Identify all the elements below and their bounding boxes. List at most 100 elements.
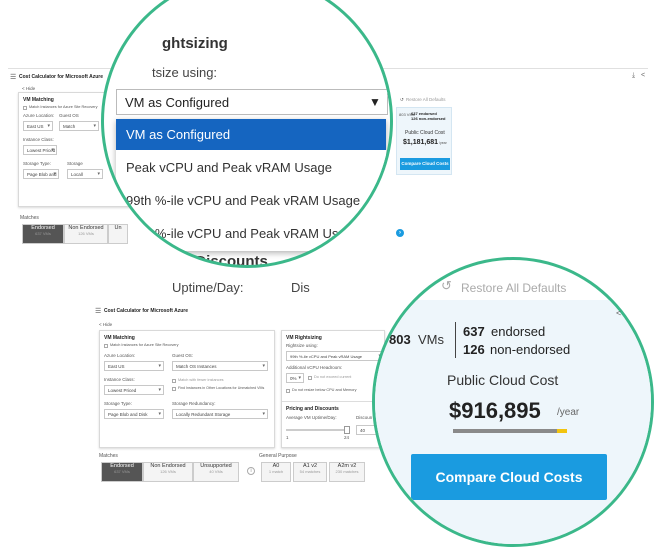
chevron-down-icon: ▼ bbox=[369, 95, 381, 109]
no-below-checkbox[interactable] bbox=[286, 389, 290, 393]
rightsizing-heading: ghtsizing bbox=[162, 35, 228, 52]
rightsize-dropdown: VM as Configured Peak vCPU and Peak vRAM… bbox=[116, 119, 386, 251]
tab-non-endorsed[interactable]: Non Endorsed 126 VMs bbox=[143, 462, 193, 482]
option-peak[interactable]: Peak vCPU and Peak vRAM Usage bbox=[116, 152, 386, 183]
storage-red-label: Storage Redundancy: bbox=[172, 401, 216, 406]
col-a2mv2[interactable]: A2m v2 230 matches bbox=[329, 462, 365, 482]
vms-unit: VMs bbox=[418, 332, 444, 347]
vm-matching-panel: VM Matching Match Instances for Azure Si… bbox=[99, 330, 275, 448]
non-endorsed-count: 126 non-endorsed bbox=[411, 116, 446, 121]
hide-link[interactable]: < Hide bbox=[99, 322, 112, 327]
col-count: 54 matches bbox=[299, 469, 321, 474]
tab-endorsed-count: 637 VMs bbox=[114, 469, 130, 474]
restore-link[interactable]: Restore All Defaults bbox=[406, 97, 446, 102]
other-loc-checkbox[interactable] bbox=[172, 387, 176, 391]
headroom-label: Additional vCPU Headroom: bbox=[286, 365, 343, 370]
storage-red-label: Storage bbox=[67, 161, 83, 166]
col-a1v2[interactable]: A1 v2 54 matches bbox=[293, 462, 327, 482]
cost-bar-grey bbox=[453, 429, 557, 433]
storage-red-select[interactable]: Locall bbox=[67, 169, 103, 179]
tab-unsupported[interactable]: Unsupported 40 VMs bbox=[193, 462, 239, 482]
uptime-slider-handle[interactable] bbox=[344, 426, 350, 434]
top-zoom-circle: ghtsizing tsize using: VM as Configured … bbox=[101, 0, 393, 268]
instance-class-select[interactable]: Lowest Priced bbox=[23, 145, 57, 155]
download-icon[interactable]: ⤓ bbox=[632, 72, 635, 80]
info-icon[interactable]: i bbox=[247, 467, 255, 475]
col-a0[interactable]: A0 1 match bbox=[261, 462, 291, 482]
col-count: 230 matches bbox=[335, 469, 359, 474]
restore-icon[interactable]: ↺ bbox=[400, 97, 404, 103]
tab-endorsed[interactable]: Endorsed 637 VMs bbox=[22, 224, 64, 244]
uptime-slider-track[interactable] bbox=[286, 429, 350, 431]
option-label: VM as Configured bbox=[126, 127, 231, 142]
storage-type-select[interactable]: Page Blob and Disk bbox=[104, 409, 164, 419]
compare-cloud-costs-button[interactable]: Compare Cloud Costs bbox=[411, 454, 607, 500]
matches-label: Matches bbox=[20, 215, 39, 221]
tab-endorsed[interactable]: Endorsed 637 VMs bbox=[101, 462, 143, 482]
storage-red-select[interactable]: Locally Redundant Storage bbox=[172, 409, 268, 419]
rightsize-using-label: Rightsize using: bbox=[286, 343, 318, 348]
endorsed-num: 637 bbox=[463, 324, 485, 339]
summary-card: 803 VMs 637 endorsed 126 non-endorsed Pu… bbox=[375, 300, 651, 544]
azure-location-select[interactable]: East US bbox=[104, 361, 164, 371]
uptime-label: Average VM Uptime/Day: bbox=[286, 415, 337, 420]
menu-icon[interactable]: ☰ bbox=[95, 307, 101, 315]
option-vm-as-configured[interactable]: VM as Configured bbox=[116, 119, 386, 150]
option-label: 99th %-ile vCPU and Peak vRAM Usage bbox=[126, 193, 361, 208]
guest-os-label: Guest OS: bbox=[172, 353, 194, 358]
storage-type-select[interactable]: Page Blob and Disk bbox=[23, 169, 59, 179]
info-icon[interactable]: › bbox=[396, 229, 404, 237]
vms-divider bbox=[455, 322, 456, 358]
cost-label: Public Cloud Cost bbox=[447, 372, 559, 388]
restore-icon[interactable]: ↺ bbox=[441, 278, 452, 294]
divider bbox=[282, 401, 386, 402]
instance-class-label: Instance Class: bbox=[23, 137, 54, 142]
tab-non-endorsed-count: 126 VMs bbox=[160, 469, 176, 474]
summary-card: 803 VMs 637 endorsed 126 non-endorsed Pu… bbox=[396, 107, 452, 175]
cost-label: Public Cloud Cost bbox=[405, 130, 445, 136]
share-icon[interactable]: < bbox=[641, 72, 645, 79]
endorsed-word: endorsed bbox=[491, 324, 546, 339]
headroom-select[interactable]: 0% bbox=[286, 373, 304, 383]
non-endorsed-word: non-endorsed bbox=[490, 342, 571, 357]
instance-class-select[interactable]: Lowest Priced bbox=[104, 385, 164, 395]
hide-link[interactable]: < Hide bbox=[22, 86, 35, 91]
option-99th[interactable]: 99th %-ile vCPU and Peak vRAM Usage bbox=[116, 185, 386, 216]
instance-class-label: Instance Class: bbox=[104, 377, 135, 382]
rightsize-select[interactable]: VM as Configured ▼ bbox=[116, 89, 388, 115]
restore-link[interactable]: Restore All Defaults bbox=[461, 281, 566, 295]
vms-count: 803 bbox=[389, 332, 411, 347]
tab-non-endorsed-count: 126 VMs bbox=[78, 231, 94, 236]
option-95th[interactable]: 95th %-ile vCPU and Peak vRAM Usage bbox=[116, 218, 386, 249]
menu-icon[interactable]: ☰ bbox=[10, 73, 16, 81]
compare-button-small[interactable]: Compare Cloud Costs bbox=[400, 158, 450, 170]
rightsize-select[interactable]: 99th %-ile vCPU and Peak vRAM Usage bbox=[286, 351, 384, 361]
uptime-label-zoom: Uptime/Day: bbox=[172, 280, 244, 295]
cost-value: $916,895 bbox=[449, 398, 541, 423]
pricing-heading: Pricing and Discounts bbox=[286, 406, 339, 412]
app-title: Cost Calculator for Microsoft Azure bbox=[104, 308, 188, 314]
share-icon[interactable]: < bbox=[616, 308, 621, 318]
srs-checkbox[interactable] bbox=[23, 106, 27, 110]
guest-os-select[interactable]: Match OS Instances bbox=[172, 361, 268, 371]
guest-os-select[interactable]: Match bbox=[59, 121, 99, 131]
option-label: 95th %-ile vCPU and Peak vRAM Usage bbox=[126, 226, 361, 241]
no-exceed-checkbox[interactable] bbox=[308, 376, 312, 380]
cost-per: /year bbox=[557, 407, 580, 418]
discount-label: Discoun bbox=[356, 415, 373, 420]
cost-bar-yellow bbox=[557, 429, 567, 433]
tab-non-endorsed[interactable]: Non Endorsed 126 VMs bbox=[64, 224, 108, 244]
discount-label-zoom: Dis bbox=[291, 280, 310, 295]
fewer-checkbox[interactable] bbox=[172, 379, 176, 383]
cost-value: $1,181,681 bbox=[403, 139, 439, 146]
other-loc-label: Find Instances in Other Locations for Un… bbox=[178, 386, 265, 390]
app-title: Cost Calculator for Microsoft Azure bbox=[19, 74, 103, 80]
bottom-zoom-circle: ↺ Restore All Defaults 803 VMs 637 endor… bbox=[372, 257, 654, 547]
guest-os-label: Guest OS bbox=[59, 113, 79, 118]
non-endorsed-num: 126 bbox=[463, 342, 485, 357]
uptime-max: 24 bbox=[344, 435, 350, 440]
srs-checkbox[interactable] bbox=[104, 344, 108, 348]
azure-location-select[interactable]: East US bbox=[23, 121, 53, 131]
azure-location-label: Azure Location: bbox=[23, 113, 55, 118]
no-below-label: Do not resize below CPU and Memory bbox=[292, 388, 357, 392]
